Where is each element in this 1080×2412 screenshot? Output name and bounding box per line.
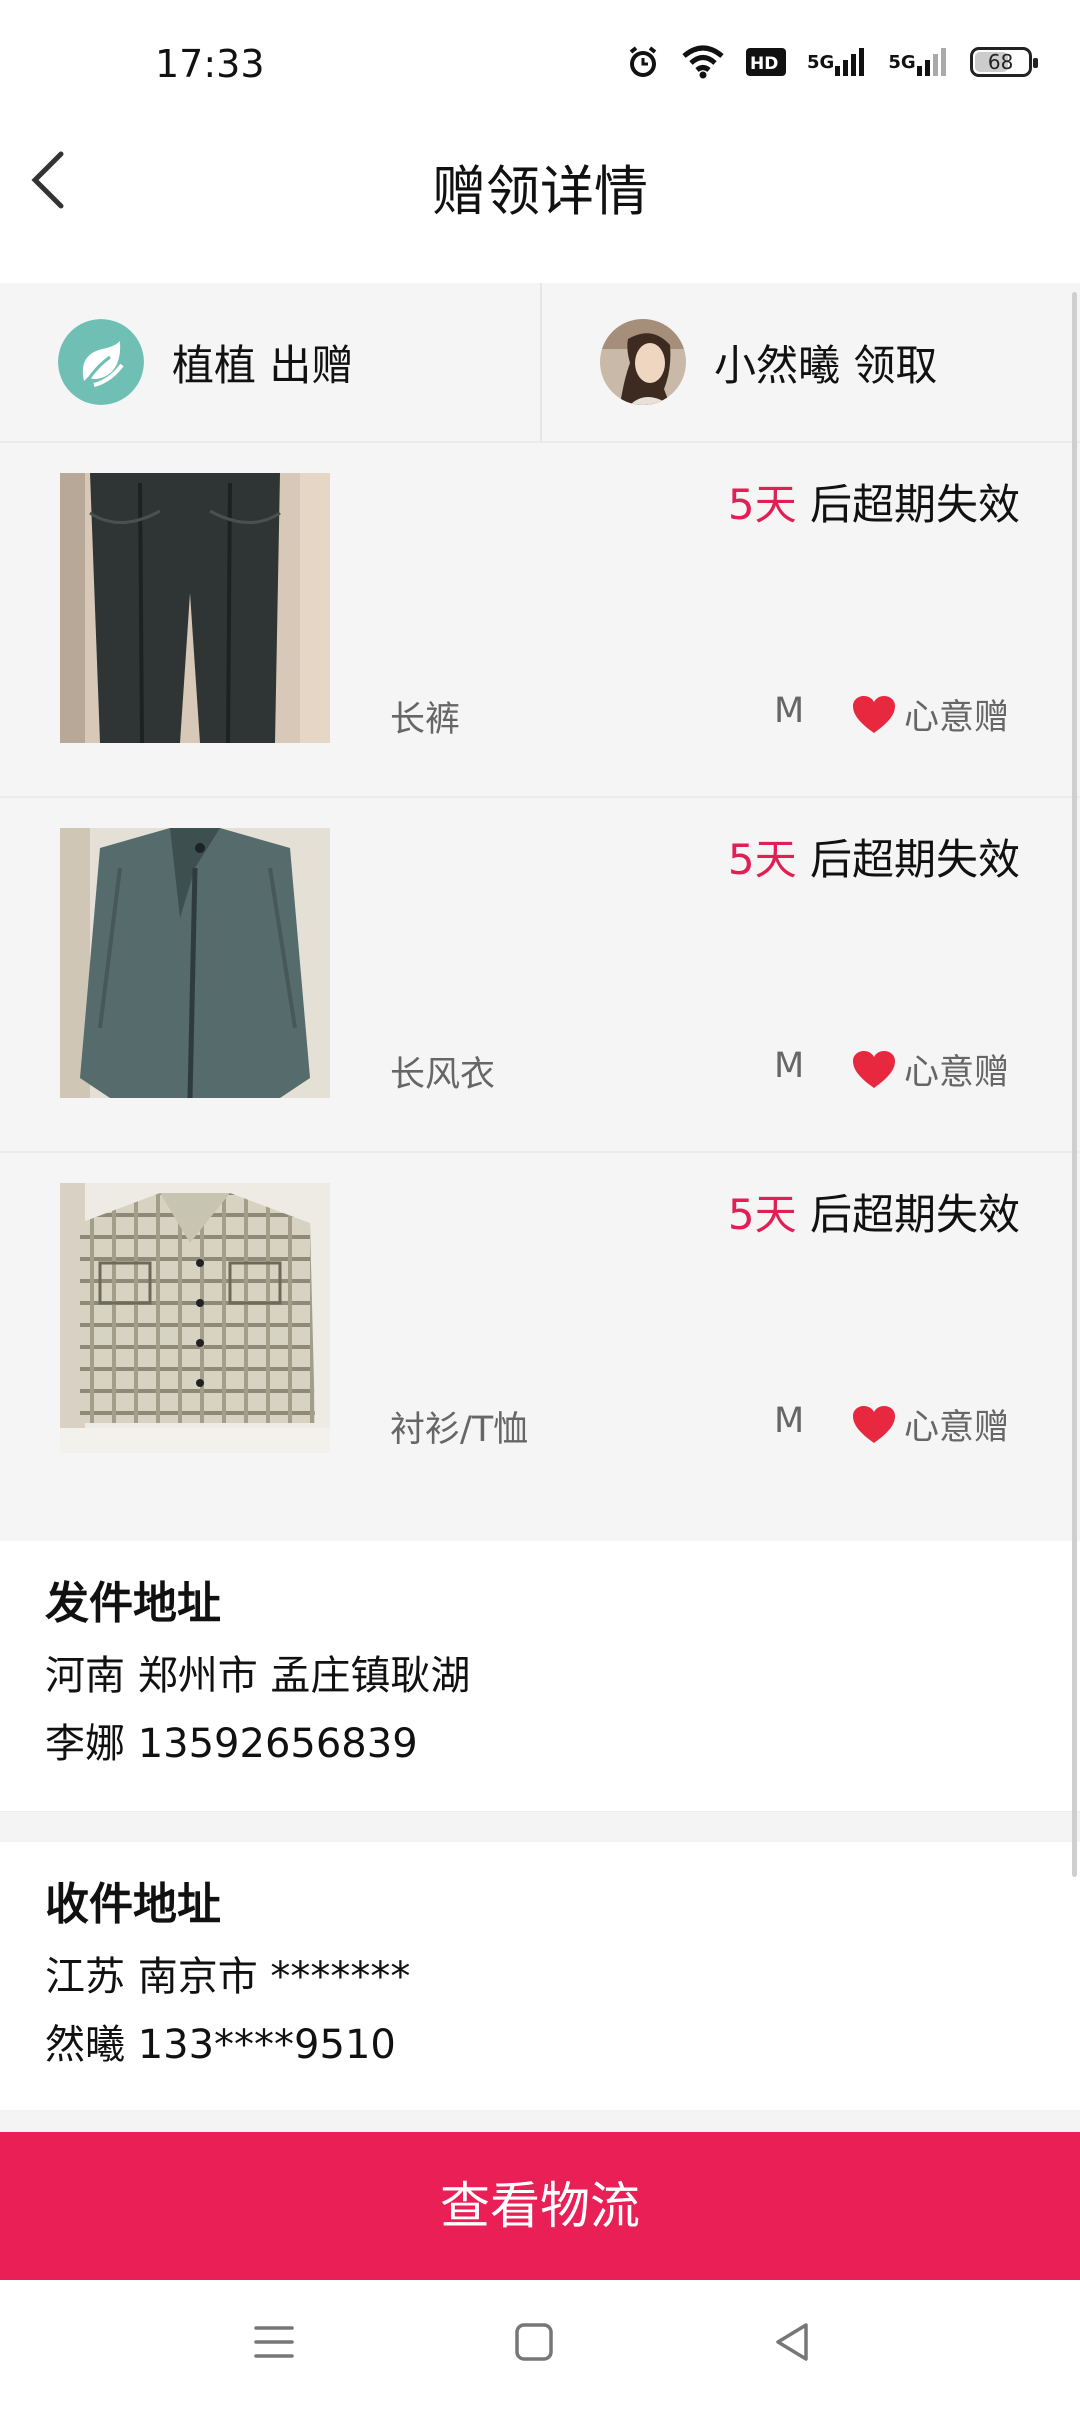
expire-text: 后超期失效 [796,480,1020,529]
item-name: 长风衣 [390,1055,496,1095]
heart-icon [853,695,895,733]
svg-text:HD: HD [750,54,778,74]
expire-text: 后超期失效 [796,835,1020,884]
parties-divider [540,283,542,441]
signal-2-icon: 5G [888,46,949,78]
expire-days: 5天 [727,835,797,884]
menu-icon [254,2326,294,2358]
heart-icon [853,1405,895,1443]
page-title: 赠领详情 [432,160,648,223]
status-time: 17:33 [155,42,265,86]
item-size: M [774,691,805,731]
receiver-avatar [600,319,686,405]
section-gap [0,1812,1080,1842]
expire-text: 后超期失效 [796,1190,1020,1239]
item-tag-label: 心意赠 [904,1408,1010,1448]
scrollbar[interactable] [1072,292,1077,1877]
item-tag: 心意赠 [852,1399,1009,1450]
list-item[interactable]: 5天 后超期失效 长风衣 M 心意赠 [0,798,1080,1153]
send-address-title: 发件地址 [45,1578,221,1629]
home-nav-button[interactable] [512,2320,556,2368]
item-tag: 心意赠 [852,689,1009,740]
battery-icon: 68 [969,47,1038,77]
send-contact-line: 李娜 13592656839 [45,1721,418,1767]
status-icons: HD 5G 5G 68 [625,44,1038,80]
receive-address-line: 江苏 南京市 ******* [45,1954,411,2000]
expire-days: 5天 [727,480,797,529]
item-list: 5天 后超期失效 长裤 M 心意赠 5天 后超期失效 长风衣 M 心意赠 5天 … [0,443,1080,1541]
item-name: 衬衫/T恤 [390,1410,529,1450]
giver-avatar [58,319,144,405]
signal-1-icon: 5G [807,46,868,78]
item-name: 长裤 [390,700,461,740]
menu-nav-button[interactable] [252,2320,296,2368]
receive-contact-line: 然曦 133****9510 [45,2022,396,2068]
section-gap [0,2110,1080,2132]
item-photo-coat [60,828,330,1098]
hd-icon: HD [745,46,787,78]
receiver-label: 小然曦 领取 [714,340,938,390]
receive-address-title: 收件地址 [45,1879,221,1930]
giver-info[interactable]: 植植 出赠 [58,283,353,441]
status-bar: 17:33 HD 5G 5G 68 [0,0,1080,140]
item-size: M [774,1401,805,1441]
parties-row: 植植 出赠 小然曦 领取 [0,283,1080,443]
send-address-card: 发件地址 河南 郑州市 孟庄镇耿湖 李娜 13592656839 [0,1541,1080,1813]
back-triangle-icon [776,2323,808,2361]
item-photo-pants [60,473,330,743]
item-size: M [774,1046,805,1086]
wifi-icon [681,44,725,80]
alarm-icon [625,44,661,80]
receive-address-card: 收件地址 江苏 南京市 ******* 然曦 133****9510 [0,1842,1080,2110]
expire-days: 5天 [727,1190,797,1239]
list-item[interactable]: 5天 后超期失效 衬衫/T恤 M 心意赠 [0,1153,1080,1508]
view-logistics-button[interactable]: 查看物流 [0,2132,1080,2280]
item-photo-shirt [60,1183,330,1453]
giver-label: 植植 出赠 [172,340,354,390]
back-nav-button[interactable] [770,2320,814,2368]
item-tag-label: 心意赠 [904,1053,1010,1093]
item-tag-label: 心意赠 [904,698,1010,738]
item-expire: 5天 后超期失效 [728,826,1020,887]
heart-icon [853,1050,895,1088]
item-tag: 心意赠 [852,1044,1009,1095]
home-square-icon [515,2323,553,2361]
send-address-line: 河南 郑州市 孟庄镇耿湖 [45,1653,471,1699]
item-expire: 5天 后超期失效 [728,471,1020,532]
list-item[interactable]: 5天 后超期失效 长裤 M 心意赠 [0,443,1080,798]
item-expire: 5天 后超期失效 [728,1181,1020,1242]
receiver-info[interactable]: 小然曦 领取 [600,283,937,441]
